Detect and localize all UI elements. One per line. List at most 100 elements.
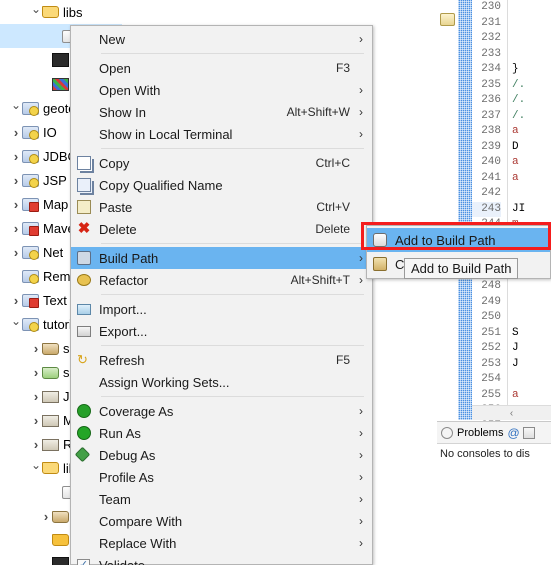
menu-item-compare-with[interactable]: Compare With ›: [71, 510, 372, 532]
chevron-right-icon[interactable]: [10, 126, 22, 139]
menu-item-run-as[interactable]: Run As ›: [71, 422, 372, 444]
code-line[interactable]: }: [512, 62, 551, 78]
export-icon: [71, 322, 99, 340]
quickfix-marker-icon[interactable]: [440, 13, 455, 26]
submenu-item-0[interactable]: Add to Build Path: [367, 228, 550, 252]
menu-item-refactor[interactable]: Refactor Alt+Shift+T ›: [71, 269, 372, 291]
menu-item-open-with[interactable]: Open With ›: [71, 79, 372, 101]
chevron-down-icon[interactable]: [10, 102, 22, 114]
code-line[interactable]: [512, 295, 551, 311]
tab-problems[interactable]: Problems: [457, 427, 503, 439]
code-line[interactable]: [512, 186, 551, 202]
menu-item-profile-as[interactable]: Profile As ›: [71, 466, 372, 488]
code-line[interactable]: JI: [512, 202, 551, 218]
submenu-arrow-icon: ›: [359, 536, 363, 550]
project-warn-icon: [22, 148, 39, 164]
code-line[interactable]: a: [512, 124, 551, 140]
bottom-view-tabbar[interactable]: Problems @: [437, 422, 551, 444]
menu-item-show-in[interactable]: Show In Alt+Shift+W ›: [71, 101, 372, 123]
chevron-right-icon[interactable]: [10, 246, 22, 259]
menu-item-label: Copy: [99, 155, 130, 171]
code-line[interactable]: J: [512, 357, 551, 373]
menu-item-copy-qualified-name[interactable]: Copy Qualified Name: [71, 174, 372, 196]
menu-item-label: Compare With: [99, 513, 183, 529]
chevron-right-icon[interactable]: [30, 414, 42, 427]
code-line[interactable]: [512, 0, 551, 16]
bottom-view-panel[interactable]: Problems @ No consoles to dis: [437, 421, 551, 565]
code-line[interactable]: [512, 310, 551, 326]
code-line[interactable]: J: [512, 341, 551, 357]
debug-icon: [71, 446, 99, 464]
chevron-right-icon[interactable]: [30, 390, 42, 403]
code-line[interactable]: a: [512, 171, 551, 187]
menu-item-label: Debug As: [99, 447, 156, 463]
chevron-right-icon[interactable]: [10, 174, 22, 187]
menu-item-label: Paste: [99, 199, 133, 215]
chevron-right-icon[interactable]: [30, 438, 42, 451]
code-line[interactable]: S: [512, 326, 551, 342]
chevron-right-icon[interactable]: [30, 342, 42, 355]
code-line[interactable]: /.: [512, 109, 551, 125]
source-folder-brown-icon: [42, 340, 59, 356]
menu-item-import[interactable]: Import...: [71, 298, 372, 320]
submenu-arrow-icon: ›: [359, 32, 363, 46]
code-line[interactable]: a: [512, 155, 551, 171]
code-line[interactable]: [512, 31, 551, 47]
menu-item-build-path[interactable]: Build Path ›: [71, 247, 372, 269]
menu-item-copy[interactable]: Copy Ctrl+C: [71, 152, 372, 174]
menu-item-show-in-local-terminal[interactable]: Show in Local Terminal ›: [71, 123, 372, 145]
menu-item-replace-with[interactable]: Replace With ›: [71, 532, 372, 554]
tree-item[interactable]: libs: [0, 0, 122, 24]
chevron-right-icon[interactable]: [10, 150, 22, 163]
menu-item-paste[interactable]: Paste Ctrl+V: [71, 196, 372, 218]
source-folder-brown-icon: [52, 508, 69, 524]
code-line[interactable]: D: [512, 140, 551, 156]
menu-item-delete[interactable]: ✖ Delete Delete: [71, 218, 372, 240]
menu-item-validate[interactable]: ✓ Validate: [71, 554, 372, 565]
javadoc-at-icon[interactable]: @: [507, 427, 519, 439]
menu-item-new[interactable]: New ›: [71, 28, 372, 50]
code-line[interactable]: [512, 279, 551, 295]
project-error-icon: [22, 196, 39, 212]
chevron-right-icon[interactable]: [30, 366, 42, 379]
editor-horizontal-scrollbar[interactable]: ‹: [472, 405, 551, 420]
code-line[interactable]: /.: [512, 93, 551, 109]
line-number: 251: [481, 326, 501, 339]
line-number: 238: [481, 125, 501, 137]
code-line[interactable]: /.: [512, 78, 551, 94]
line-number: 250: [481, 311, 501, 323]
menu-item-open[interactable]: Open F3: [71, 57, 372, 79]
chevron-right-icon[interactable]: [10, 294, 22, 307]
menu-item-assign-working-sets[interactable]: Assign Working Sets...: [71, 371, 372, 393]
chevron-right-icon[interactable]: [10, 222, 22, 235]
code-editor[interactable]: 230 231 232 233 234 235 236 237 238 239 240 241 242 2…: [437, 0, 551, 463]
context-menu[interactable]: New › Open F3 Open With › Show In Alt+Shift+W › S…: [70, 25, 373, 565]
menu-item-team[interactable]: Team ›: [71, 488, 372, 510]
chevron-down-icon[interactable]: [30, 6, 42, 18]
menu-item-refresh[interactable]: ↻ Refresh F5: [71, 349, 372, 371]
code-line[interactable]: [512, 372, 551, 388]
chevron-down-icon[interactable]: [10, 318, 22, 330]
menu-item-coverage-as[interactable]: Coverage As ›: [71, 400, 372, 422]
line-number: 243: [472, 201, 501, 217]
chevron-down-icon[interactable]: [30, 462, 42, 474]
submenu-arrow-icon: ›: [359, 273, 363, 287]
line-number: 242: [481, 187, 501, 199]
editor-source-text[interactable]: }/././.aDaaJImmmSJJaaaa: [507, 0, 551, 405]
chevron-right-icon[interactable]: [10, 198, 22, 211]
menu-item-no-icon: [71, 59, 99, 77]
menu-item-export[interactable]: Export...: [71, 320, 372, 342]
code-line[interactable]: [512, 47, 551, 63]
code-line[interactable]: [512, 16, 551, 32]
console-tab-icon[interactable]: [523, 426, 536, 439]
code-line[interactable]: a: [512, 388, 551, 404]
scroll-left-arrow-icon[interactable]: ‹: [510, 408, 513, 419]
chevron-right-icon[interactable]: [40, 510, 52, 523]
menu-item-debug-as[interactable]: Debug As ›: [71, 444, 372, 466]
tree-item-label: libs: [63, 4, 83, 20]
validate-check-icon: ✓: [71, 556, 99, 565]
menu-item-label: Copy Qualified Name: [99, 177, 223, 193]
menu-item-label: Refresh: [99, 352, 145, 368]
editor-overview-ruler[interactable]: [458, 0, 472, 420]
refactor-icon: [71, 271, 99, 289]
